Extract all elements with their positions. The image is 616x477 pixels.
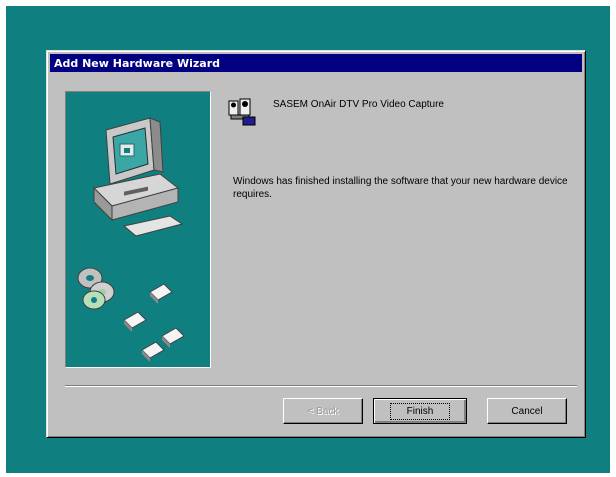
camera-device-icon [227,95,257,127]
window-title: Add New Hardware Wizard [54,56,221,70]
completion-message: Windows has finished installing the soft… [233,176,568,200]
device-name: SASEM OnAir DTV Pro Video Capture [273,99,444,110]
wizard-dialog: Add New Hardware Wizard SASEM OnAir DTV … [46,50,586,438]
finish-button[interactable]: Finish [373,398,467,424]
desktop-background: Add New Hardware Wizard SASEM OnAir DTV … [6,6,610,473]
finish-button-label: Finish [389,402,451,420]
wizard-illustration-panel [65,91,211,368]
separator-line [65,385,577,387]
computer-with-cds-icon [77,117,185,362]
cancel-button[interactable]: Cancel [487,398,567,424]
back-button-label: < Back [307,405,339,417]
cancel-button-label: Cancel [511,405,543,417]
title-bar[interactable]: Add New Hardware Wizard [50,54,582,72]
back-button[interactable]: < Back [283,398,363,424]
